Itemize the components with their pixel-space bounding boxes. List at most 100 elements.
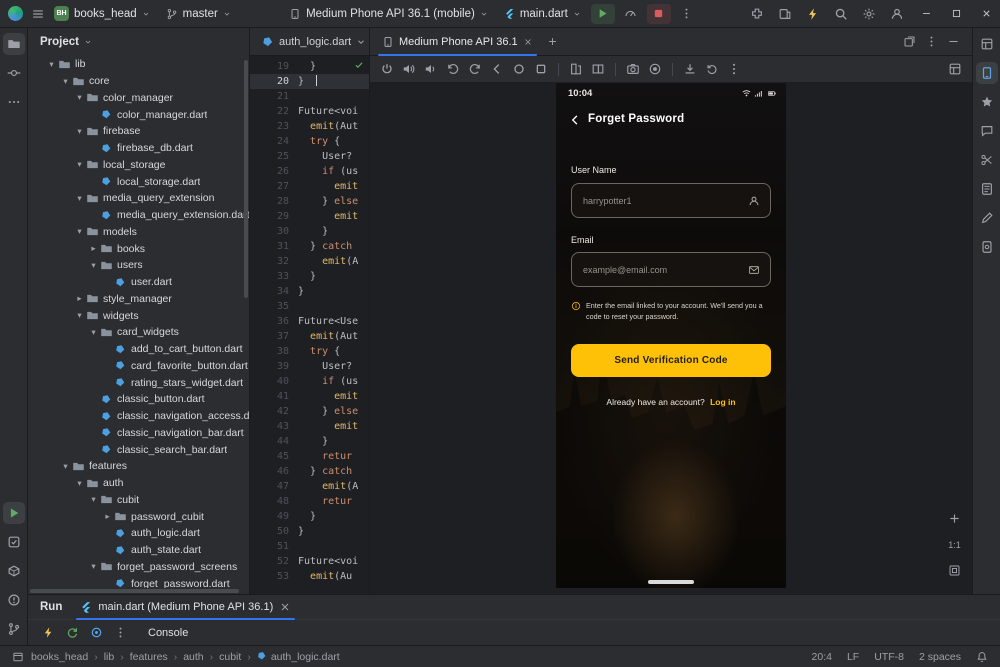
tree-item-classic_search_bar.dart[interactable]: classic_search_bar.dart — [28, 441, 249, 458]
chevron-right-icon[interactable]: ▸ — [102, 511, 113, 522]
chevron-down-icon[interactable]: ▾ — [74, 226, 85, 237]
hide-panel-icon[interactable] — [947, 35, 960, 48]
line-number[interactable]: 48 — [250, 494, 298, 509]
tree-item-firebase_db.dart[interactable]: firebase_db.dart — [28, 140, 249, 157]
console-tab[interactable]: Console — [148, 627, 188, 639]
restore-icon[interactable] — [705, 62, 719, 76]
line-number[interactable]: 21 — [250, 89, 298, 104]
line-number[interactable]: 33 — [250, 269, 298, 284]
zoom-actual-button[interactable]: 1:1 — [947, 537, 962, 552]
tool-running-devices-button[interactable] — [976, 62, 998, 84]
tree-item-style_manager[interactable]: ▸style_manager — [28, 291, 249, 308]
line-number[interactable]: 28 — [250, 194, 298, 209]
chevron-down-icon[interactable]: ▾ — [74, 310, 85, 321]
settings-button[interactable] — [857, 4, 881, 24]
line-number[interactable]: 36 — [250, 314, 298, 329]
maximize-button[interactable] — [942, 2, 970, 26]
code-line-45[interactable]: 45 retur — [250, 449, 369, 464]
indent-setting[interactable]: 2 spaces — [919, 651, 961, 663]
line-number[interactable]: 22 — [250, 104, 298, 119]
tree-item-password_cubit[interactable]: ▸password_cubit — [28, 508, 249, 525]
code-line-44[interactable]: 44 } — [250, 434, 369, 449]
tool-problems-button[interactable] — [3, 589, 25, 611]
breadcrumb-item[interactable]: cubit — [219, 651, 241, 663]
tree-item-classic_navigation_access.dart[interactable]: classic_navigation_access.dart — [28, 408, 249, 425]
line-number[interactable]: 51 — [250, 539, 298, 554]
project-selector[interactable]: BH books_head — [47, 3, 157, 25]
line-number[interactable]: 19 — [250, 59, 298, 74]
code-line-39[interactable]: 39 User? — [250, 359, 369, 374]
code-line-34[interactable]: 34} — [250, 284, 369, 299]
code-line-37[interactable]: 37 emit(Aut — [250, 329, 369, 344]
line-number[interactable]: 35 — [250, 299, 298, 314]
overview-icon[interactable] — [534, 62, 548, 76]
tree-item-auth_logic.dart[interactable]: auth_logic.dart — [28, 525, 249, 542]
code-line-49[interactable]: 49 } — [250, 509, 369, 524]
breadcrumb-item[interactable]: auth — [183, 651, 203, 663]
email-input[interactable] — [572, 253, 770, 286]
device-mirror-button[interactable] — [773, 4, 797, 24]
code-line-31[interactable]: 31 } catch — [250, 239, 369, 254]
tool-services-button[interactable] — [3, 531, 25, 553]
line-number[interactable]: 39 — [250, 359, 298, 374]
code-line-26[interactable]: 26 if (us — [250, 164, 369, 179]
code-line-21[interactable]: 21 — [250, 89, 369, 104]
code-line-30[interactable]: 30 } — [250, 224, 369, 239]
tab-running-device[interactable]: Medium Phone API 36.1 — [374, 28, 541, 56]
code-line-36[interactable]: 36Future<Use — [250, 314, 369, 329]
code-line-43[interactable]: 43 emit — [250, 419, 369, 434]
line-number[interactable]: 40 — [250, 374, 298, 389]
username-input[interactable] — [572, 184, 770, 217]
close-button[interactable] — [972, 2, 1000, 26]
code-line-46[interactable]: 46 } catch — [250, 464, 369, 479]
run-button[interactable] — [591, 4, 615, 24]
username-field[interactable] — [571, 183, 771, 218]
line-number[interactable]: 25 — [250, 149, 298, 164]
tree-item-auth_state.dart[interactable]: auth_state.dart — [28, 542, 249, 559]
line-number[interactable]: 46 — [250, 464, 298, 479]
volume-up-icon[interactable] — [402, 62, 416, 76]
code-line-41[interactable]: 41 emit — [250, 389, 369, 404]
line-ending[interactable]: LF — [847, 651, 859, 663]
tree-item-add_to_cart_button.dart[interactable]: add_to_cart_button.dart — [28, 341, 249, 358]
save-icon[interactable] — [683, 62, 697, 76]
volume-down-icon[interactable] — [424, 62, 438, 76]
line-number[interactable]: 45 — [250, 449, 298, 464]
code-line-48[interactable]: 48 retur — [250, 494, 369, 509]
chevron-down-icon[interactable]: ▾ — [60, 461, 71, 472]
morev-icon[interactable] — [727, 62, 741, 76]
back-icon[interactable] — [490, 62, 504, 76]
back-button[interactable] — [569, 114, 581, 126]
run-config-selector[interactable]: main.dart — [497, 3, 588, 25]
zoom-fit-button[interactable] — [947, 563, 962, 578]
code-line-22[interactable]: 22Future<voi — [250, 104, 369, 119]
breadcrumb-item[interactable]: features — [130, 651, 168, 663]
rotate-right-icon[interactable] — [468, 62, 482, 76]
chevron-down-icon[interactable] — [356, 37, 366, 47]
plugins-button[interactable] — [745, 4, 769, 24]
open-in-window-icon[interactable] — [903, 35, 916, 48]
tree-item-local_storage.dart[interactable]: local_storage.dart — [28, 173, 249, 190]
breadcrumb-item[interactable]: books_head — [31, 651, 88, 663]
code-line-53[interactable]: 53 emit(Au — [250, 569, 369, 584]
code-line-32[interactable]: 32 emit(A — [250, 254, 369, 269]
branch-selector[interactable]: master — [159, 3, 238, 25]
code-line-24[interactable]: 24 try { — [250, 134, 369, 149]
caret-position[interactable]: 20:4 — [812, 651, 832, 663]
line-number[interactable]: 24 — [250, 134, 298, 149]
chevron-down-icon[interactable]: ▾ — [74, 478, 85, 489]
stop-button[interactable] — [647, 4, 671, 24]
line-number[interactable]: 31 — [250, 239, 298, 254]
chevron-down-icon[interactable]: ▾ — [74, 159, 85, 170]
line-number[interactable]: 29 — [250, 209, 298, 224]
tree-vertical-scrollbar[interactable] — [244, 60, 248, 298]
line-number[interactable]: 47 — [250, 479, 298, 494]
fold-icon[interactable] — [569, 62, 583, 76]
main-menu-icon[interactable] — [31, 7, 45, 21]
notifications-icon[interactable] — [976, 651, 988, 663]
code-line-38[interactable]: 38 try { — [250, 344, 369, 359]
tree-item-classic_button.dart[interactable]: classic_button.dart — [28, 391, 249, 408]
line-number[interactable]: 37 — [250, 329, 298, 344]
chevron-down-icon[interactable]: ▾ — [74, 126, 85, 137]
tree-item-forget_password.dart[interactable]: forget_password.dart — [28, 575, 249, 588]
